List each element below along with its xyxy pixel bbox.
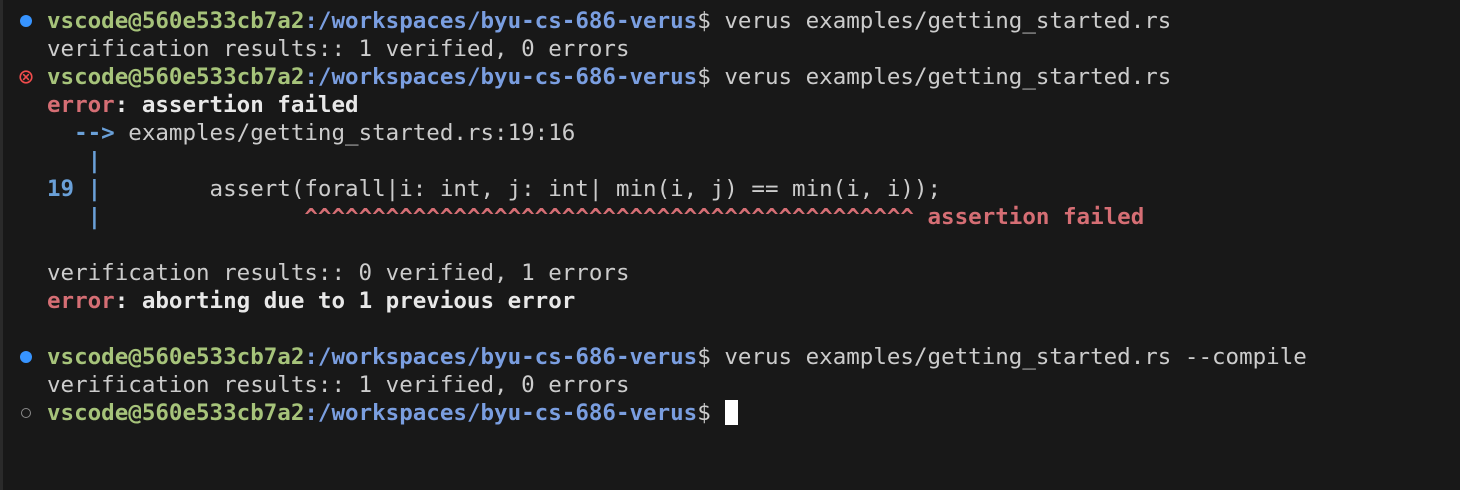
prompt-line-3: vscode@560e533cb7a2:/workspaces/byu-cs-6… <box>47 343 1307 371</box>
prompt-path: :/workspaces/byu-cs-686-verus <box>304 400 698 426</box>
location-arrow: --> <box>74 120 115 146</box>
success-decoration-icon[interactable] <box>19 343 33 371</box>
error-message: : assertion failed <box>114 92 359 118</box>
gutter-pipe: | <box>87 204 102 230</box>
error-carets: ^^^^^^^^^^^^^^^^^^^^^^^^^^^^^^^^^^^^^^^^… <box>304 204 914 230</box>
error-line: error: aborting due to 1 previous error <box>47 287 575 315</box>
current-prompt-line[interactable]: vscode@560e533cb7a2:/workspaces/byu-cs-6… <box>47 399 738 427</box>
output-line: verification results:: 1 verified, 0 err… <box>47 36 630 62</box>
gutter-line: | <box>47 147 102 175</box>
terminal[interactable]: vscode@560e533cb7a2:/workspaces/byu-cs-6… <box>0 0 1460 490</box>
caret-line: | ^^^^^^^^^^^^^^^^^^^^^^^^^^^^^^^^^^^^^^… <box>47 203 1145 231</box>
source-code: assert(forall|i: int, j: int| min(i, j) … <box>101 176 942 202</box>
prompt-path: :/workspaces/byu-cs-686-verus <box>304 344 698 370</box>
prompt-symbol: $ <box>697 400 711 426</box>
error-location: examples/getting_started.rs:19:16 <box>114 120 576 146</box>
prompt-user: vscode@560e533cb7a2 <box>47 8 305 34</box>
line-number: 19 <box>47 176 75 202</box>
prompt-user: vscode@560e533cb7a2 <box>47 64 305 90</box>
prompt-user: vscode@560e533cb7a2 <box>47 344 305 370</box>
error-decoration-icon[interactable] <box>19 63 33 91</box>
output-line: verification results:: 0 verified, 1 err… <box>47 260 630 286</box>
gutter-pipe: | <box>87 148 102 174</box>
terminal-cursor <box>724 400 738 425</box>
prompt-path: :/workspaces/byu-cs-686-verus <box>304 64 698 90</box>
prompt-path: :/workspaces/byu-cs-686-verus <box>304 8 698 34</box>
caret-label: assertion failed <box>913 204 1145 230</box>
prompt-symbol: $ <box>697 8 711 34</box>
command-text: verus examples/getting_started.rs <box>724 64 1172 90</box>
terminal-left-border <box>0 0 3 490</box>
success-decoration-icon[interactable] <box>19 7 33 35</box>
command-text: verus examples/getting_started.rs <box>724 8 1172 34</box>
error-label: error <box>47 92 115 118</box>
gutter-pipe: | <box>87 176 102 202</box>
prompt-line-1: vscode@560e533cb7a2:/workspaces/byu-cs-6… <box>47 7 1171 35</box>
prompt-symbol: $ <box>697 344 711 370</box>
source-code-line: 19 | assert(forall|i: int, j: int| min(i… <box>47 175 941 203</box>
error-label: error <box>47 288 115 314</box>
empty-decoration-icon[interactable] <box>19 399 33 427</box>
prompt-user: vscode@560e533cb7a2 <box>47 400 305 426</box>
error-message: : aborting due to 1 previous error <box>114 288 576 314</box>
prompt-line-2: vscode@560e533cb7a2:/workspaces/byu-cs-6… <box>47 63 1171 91</box>
command-text: verus examples/getting_started.rs --comp… <box>724 344 1307 370</box>
output-line: verification results:: 1 verified, 0 err… <box>47 372 630 398</box>
error-location-line: --> examples/getting_started.rs:19:16 <box>47 119 575 147</box>
error-line: error: assertion failed <box>47 91 359 119</box>
prompt-symbol: $ <box>697 64 711 90</box>
